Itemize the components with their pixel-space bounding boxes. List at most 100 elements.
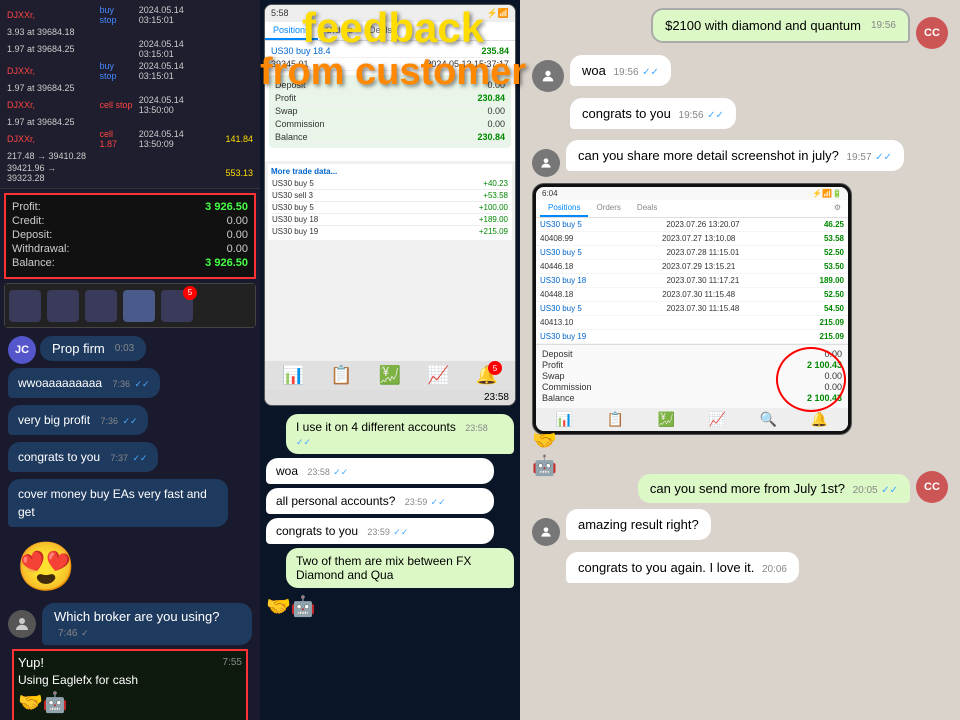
profit-box: Profit: 3 926.50 Credit: 0.00 Deposit: 0… [4,193,256,279]
trade-date3: 2024.05.14 03:15:01 [136,60,223,82]
screenshot-timer: 23:58 [265,390,515,405]
deposit-value: 0.00 [227,229,248,241]
rnav-history[interactable]: 📈 [709,411,726,428]
rphone-tab-deals[interactable]: Deals [629,200,665,217]
swap-val: 0.00 [487,106,505,116]
woa-checks: ✓✓ [135,379,150,389]
left-panel: DJXXr, buy stop 2024.05.14 03:15:01 3.93… [0,0,260,720]
rchat-woa-row: woa 19:56 ✓✓ [532,55,948,92]
balance-lbl2: Balance [275,132,308,142]
rchat-congrats-text: congrats to you [582,106,671,121]
rnav-search[interactable]: 🔍 [760,411,777,428]
trading-table: DJXXr, buy stop 2024.05.14 03:15:01 3.93… [0,0,260,189]
nav-chart[interactable]: 📊 [282,365,304,386]
trade-price4: 1.97 at 39684.25 [4,116,97,128]
congrats-time: 7:37 [111,453,129,463]
msg-woa2-text: woa [276,464,298,478]
trade-sym2: DJXXr, [4,60,97,82]
trade-type2: buy stop [97,60,136,82]
cover-bubble: cover money buy EAs very fast and get [8,479,228,527]
rchat-amazing-text: amazing result right? [578,517,699,532]
video-thumbnail[interactable]: 5 0:03 [4,283,256,328]
msg-4accounts: I use it on 4 different accounts 23:58 ✓… [286,414,514,454]
rphone-tabs: Positions Orders Deals ⚙ [536,200,848,218]
chart-icon [9,290,41,322]
msg-woa2-checks: ✓✓ [333,467,348,477]
rchat-congrats-row: congrats to you 19:56 ✓✓ [532,98,948,135]
rchat-woa-bubble: woa 19:56 ✓✓ [570,55,671,86]
rchat-send-more-time: 20:05 [853,485,878,496]
avatar-user [8,610,36,638]
rsum-profit: Profit 2 100.43 [542,360,842,370]
profit-label: Profit: [12,201,41,213]
title-feedback: feedback [260,5,526,51]
rphone-row-2b: 40446.18 2023.07.29 13:15.21 53.50 [536,260,848,274]
msg-woa2: woa 23:58 ✓✓ [266,458,494,484]
avatar-jc: JC [8,336,36,364]
msg-congrats2-time: 23:59 [367,527,390,537]
rsum-commission: Commission 0.00 [542,382,842,392]
rphone-row-3b: 40448.18 2023.07.30 11:15.48 52.50 [536,288,848,302]
avatar-recv-1 [532,60,564,92]
rphone-inner: 6:04 ⚡📶🔋 Positions Orders Deals ⚙ US30 b… [536,187,848,431]
rphone-tab-orders[interactable]: Orders [588,200,628,217]
trade-symbol: DJXXr, [4,4,97,26]
rchat-send-more-row: can you send more from July 1st? 20:05 ✓… [532,471,948,503]
balance-val2: 230.84 [477,132,505,142]
right-chat-area: $2100 with diamond and quantum 19:56 CC … [520,0,960,720]
avatar-recv-2 [532,149,560,177]
woa-bubble: wwoaaaaaaaaa 7:36 ✓✓ [8,368,160,398]
msg-personal: all personal accounts? 23:59 ✓✓ [266,488,494,514]
msg-4accounts-checks: ✓✓ [296,437,311,447]
profit-value: 3 926.50 [205,201,248,213]
nav-list[interactable]: 📋 [330,365,352,386]
header-time: 19:56 [871,20,896,31]
avatar-cc-right: CC [916,17,948,49]
congrats-checks: ✓✓ [133,453,148,463]
nav-notify[interactable]: 🔔5 [476,365,498,386]
woa-text: wwoaaaaaaaaa [18,376,102,390]
rnav-list[interactable]: 📋 [607,411,624,428]
broker-bubble: Which broker are you using? 7:46 ✓ [42,603,252,645]
header-msg-row: $2100 with diamond and quantum 19:56 CC [532,8,948,49]
congrats-bubble: congrats to you 7:37 ✓✓ [8,442,158,472]
prop-firm-text: Prop firm [52,341,105,356]
right-phone-screenshot: 6:04 ⚡📶🔋 Positions Orders Deals ⚙ US30 b… [532,183,852,435]
prop-firm-bubble: Prop firm 0:03 [40,336,146,361]
nav-history[interactable]: 📈 [427,365,449,386]
summary-balance: Balance 230.84 [273,131,507,144]
header-bubble: $2100 with diamond and quantum 19:56 [651,8,910,43]
msg-congrats2-text: congrats to you [276,524,358,538]
msg-personal-checks: ✓✓ [431,497,446,507]
withdrawal-value: 0.00 [227,243,248,255]
rphone-settings[interactable]: ⚙ [831,200,844,217]
bigprofit-text: very big profit [18,413,90,427]
rchat-share-checks: ✓✓ [875,152,892,163]
trade-date2: 2024.05.14 03:15:01 [136,38,223,60]
chart-icon2 [47,290,79,322]
rnav-notify[interactable]: 🔔 [811,411,828,428]
avatar-cc-2: CC [916,471,948,503]
trade-type: buy stop [97,4,136,26]
rnav-trade[interactable]: 💹 [658,411,675,428]
trade-info: 3.93 at 39684.18 [4,26,97,38]
rphone-row-3: US30 buy 18 2023.07.30 11:17.21 189.00 [536,274,848,288]
msg-congrats2-checks: ✓✓ [393,527,408,537]
msg-4accounts-text: I use it on 4 different accounts [296,420,456,434]
trade-price [222,4,256,26]
rchat-congrats-again-text: congrats to you again. I love it. [578,560,754,575]
trade-type3: cell stop [97,94,136,116]
rnav-chart[interactable]: 📊 [556,411,573,428]
rphone-tab-positions[interactable]: Positions [540,200,588,217]
rchat-congrats-bubble: congrats to you 19:56 ✓✓ [570,98,736,129]
cover-text: cover money buy EAs very fast and get [18,487,207,519]
rphone-row-4b: 40413.10 215.09 [536,316,848,330]
heart-eyes-emoji: 😍 [8,534,84,599]
rchat-congrats-again-time: 20:06 [762,564,787,575]
nav-trade[interactable]: 💹 [379,365,401,386]
swap-lbl: Swap [275,106,298,116]
msg-personal-text: all personal accounts? [276,494,395,508]
rchat-share-bubble: can you share more detail screenshot in … [566,140,904,171]
rchat-amazing-bubble: amazing result right? [566,509,711,540]
msg-mix: Two of them are mix between FX Diamond a… [286,548,514,588]
